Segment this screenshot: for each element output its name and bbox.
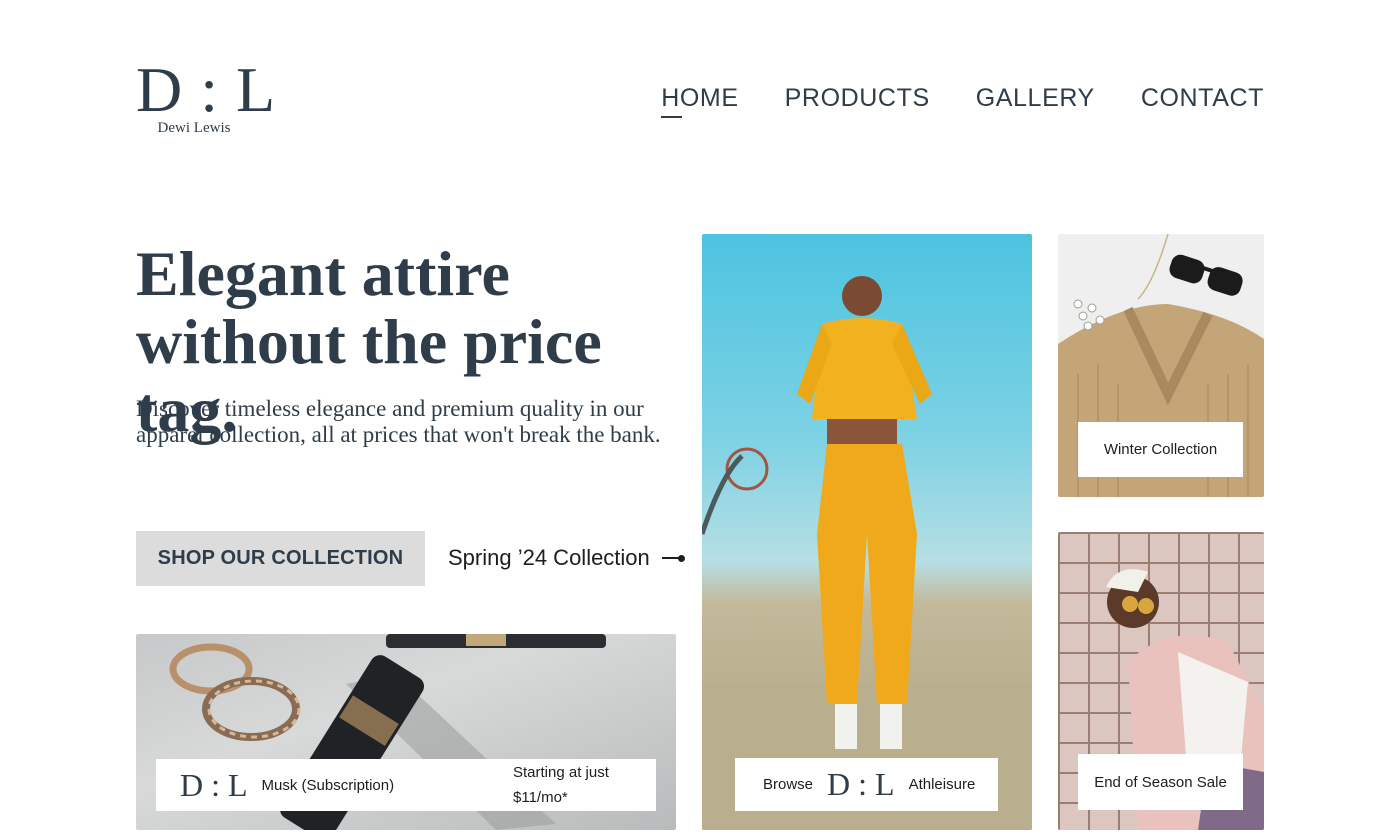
- spring-collection-link[interactable]: Spring ’24 Collection: [448, 545, 685, 571]
- nav-products[interactable]: PRODUCTS: [785, 82, 930, 114]
- musk-product-name: Musk (Subscription): [261, 776, 395, 794]
- hero-title-line-1: Elegant attire: [136, 238, 510, 309]
- musk-product-card[interactable]: D : L Musk (Subscription) Starting at ju…: [136, 634, 676, 830]
- logo-mark: D : L: [136, 54, 277, 125]
- main-nav: HOME PRODUCTS GALLERY CONTACT: [661, 82, 1264, 118]
- winter-collection-card[interactable]: Winter Collection: [1058, 234, 1264, 497]
- spring-collection-label: Spring ’24 Collection: [448, 545, 650, 570]
- hero-description: Discover timeless elegance and premium q…: [136, 396, 661, 447]
- athleisure-logo-mark: D : L: [827, 766, 895, 802]
- winter-collection-label: Winter Collection: [1078, 422, 1243, 477]
- end-of-season-sale-label: End of Season Sale: [1078, 754, 1243, 810]
- brand-logo[interactable]: D : L Dewi Lewis: [136, 54, 277, 137]
- athleisure-model-image: [702, 276, 1032, 830]
- musk-logo-mark: D : L: [180, 766, 248, 803]
- end-of-season-sale-card[interactable]: End of Season Sale: [1058, 532, 1264, 830]
- musk-price: Starting at just $11/mo*: [513, 764, 609, 806]
- shop-collection-button[interactable]: SHOP OUR COLLECTION: [136, 531, 425, 586]
- athleisure-card[interactable]: Browse D : L Athleisure: [702, 234, 1032, 830]
- nav-contact[interactable]: CONTACT: [1141, 82, 1264, 114]
- athleisure-browse-text: Browse: [763, 776, 814, 793]
- arrow-right-icon: [661, 554, 685, 562]
- nav-home[interactable]: HOME: [661, 82, 738, 118]
- athleisure-name: Athleisure: [908, 776, 976, 793]
- nav-gallery[interactable]: GALLERY: [976, 82, 1095, 114]
- athleisure-label: Browse D : L Athleisure: [735, 758, 998, 811]
- musk-label: D : L Musk (Subscription) Starting at ju…: [156, 759, 656, 811]
